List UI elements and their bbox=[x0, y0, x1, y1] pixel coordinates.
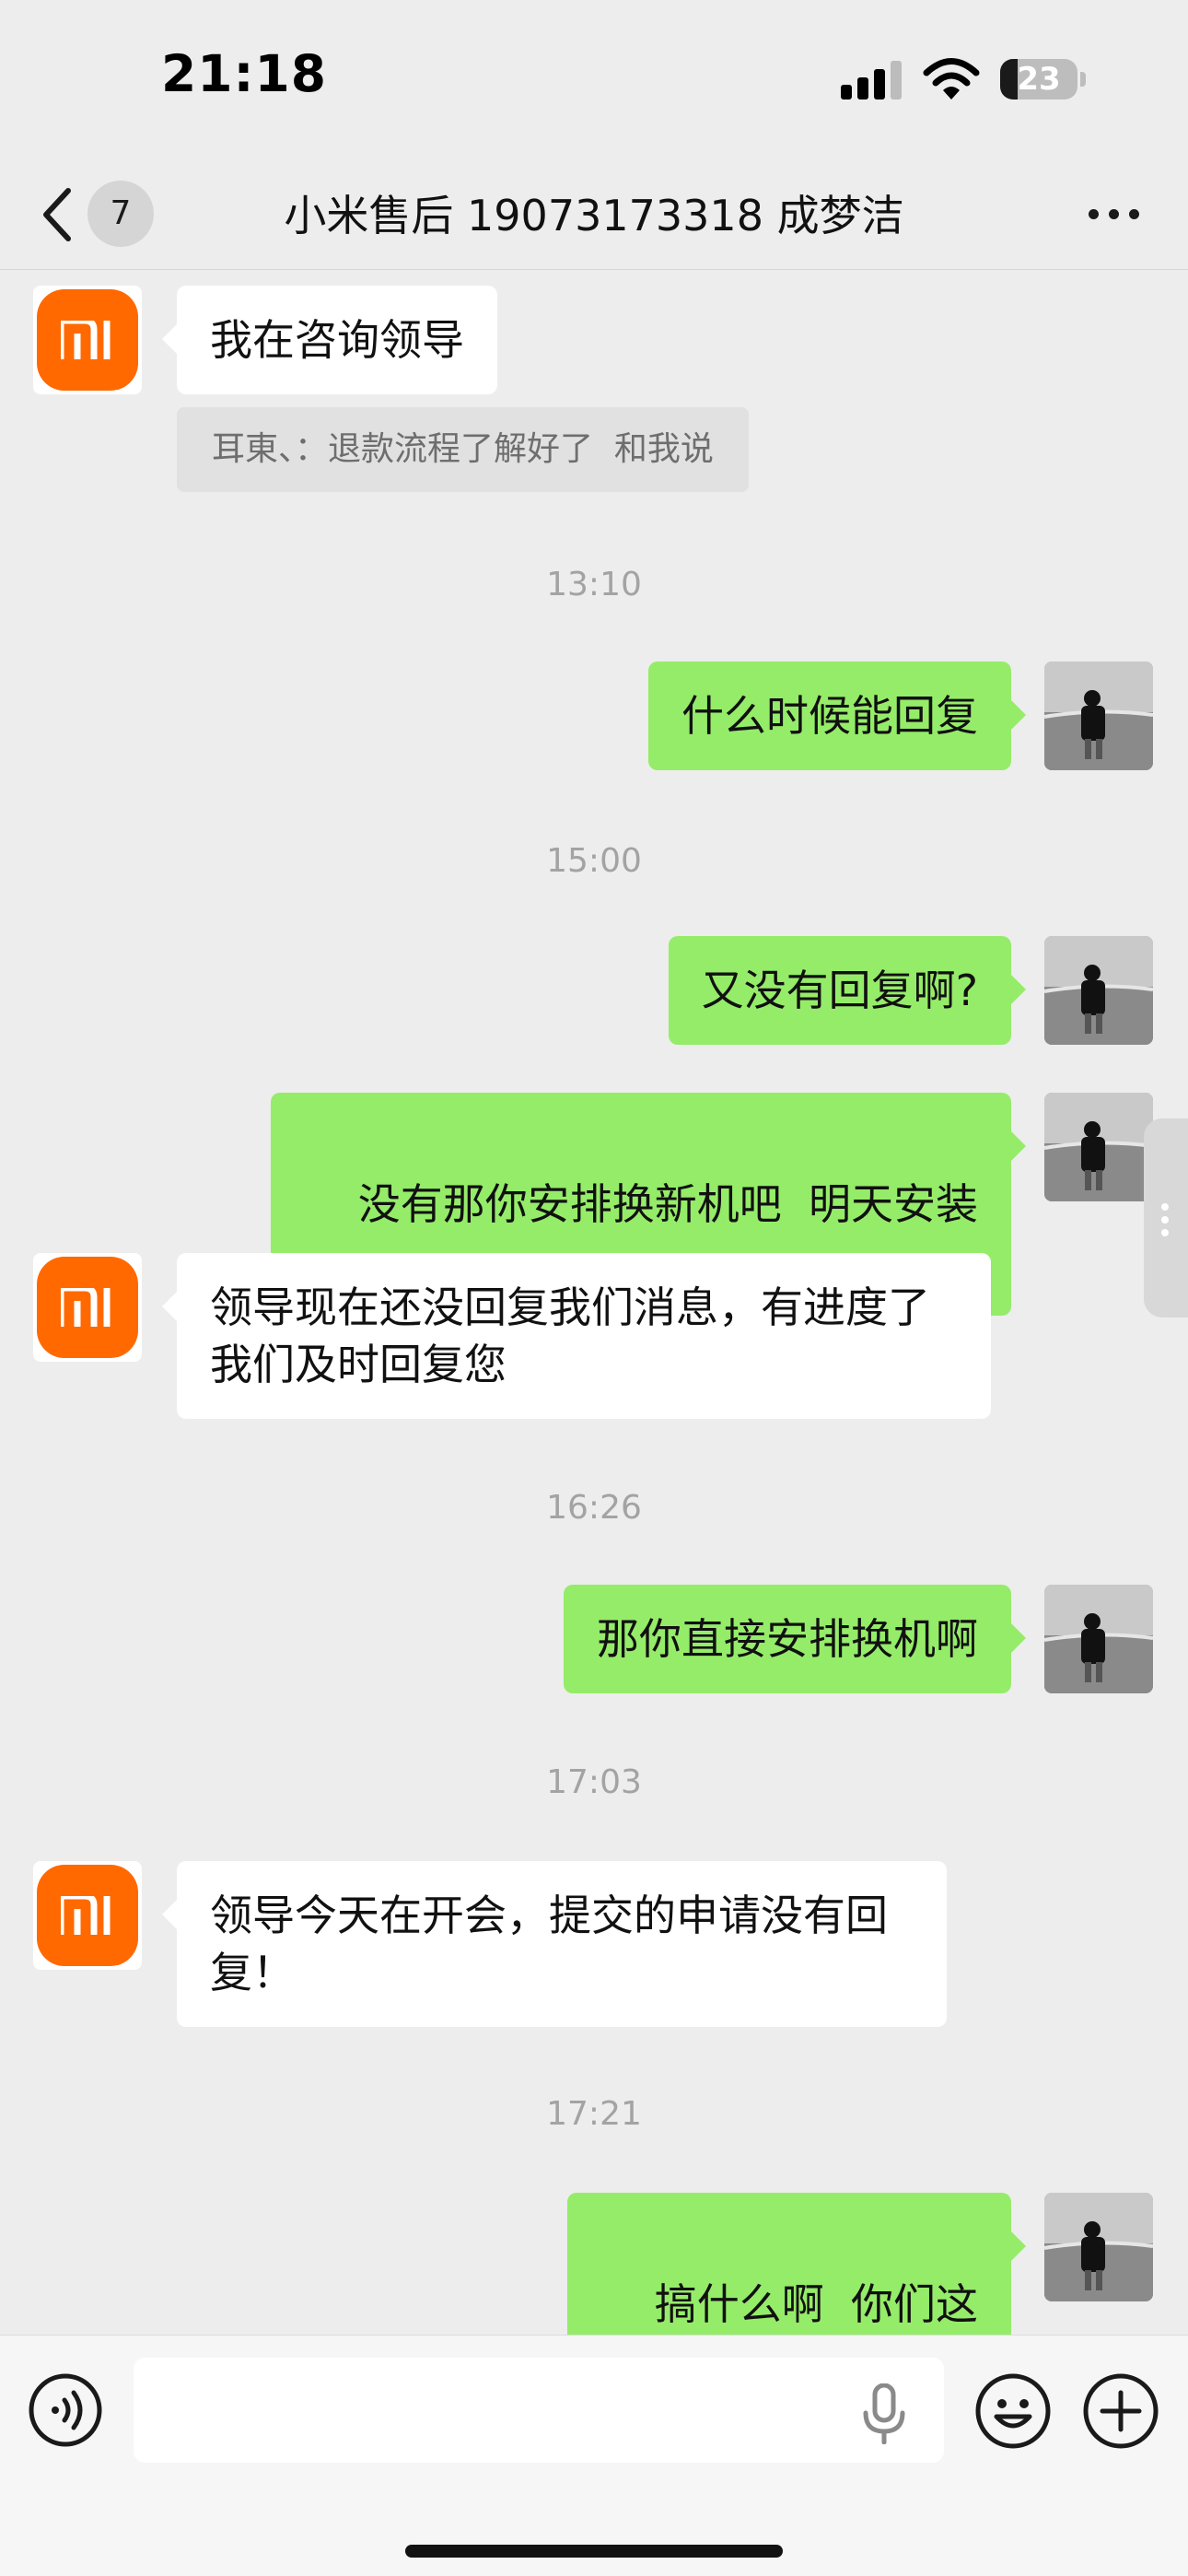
chat-history[interactable]: 我在咨询领导 耳東、：退款流程了解好了 和我说 13:10 什么时候能回复 15… bbox=[0, 271, 1188, 2335]
message-text-line: 领导今天在开会，提交的申请没有回 bbox=[210, 1891, 888, 1940]
contact-avatar[interactable] bbox=[33, 1253, 142, 1362]
battery-level: 23 bbox=[1017, 61, 1061, 98]
message-bubble-outgoing[interactable]: 搞什么啊 你们这 bbox=[567, 2193, 1026, 2335]
user-avatar[interactable] bbox=[1044, 1585, 1153, 1693]
timestamp: 17:21 bbox=[546, 2095, 642, 2133]
user-photo-icon bbox=[1044, 936, 1153, 1045]
more-icon[interactable] bbox=[1087, 205, 1142, 224]
user-photo-icon bbox=[1044, 662, 1153, 770]
message-text-line: 我们及时回复您 bbox=[210, 1340, 507, 1389]
wifi-icon bbox=[923, 58, 980, 100]
user-photo-icon bbox=[1044, 1093, 1153, 1201]
contact-avatar[interactable] bbox=[33, 286, 142, 394]
status-bar: 21:18 23 bbox=[0, 0, 1188, 161]
timestamp: 16:26 bbox=[546, 1489, 642, 1527]
user-avatar[interactable] bbox=[1044, 1093, 1153, 1201]
mi-logo-icon bbox=[37, 289, 138, 391]
user-avatar[interactable] bbox=[1044, 662, 1153, 770]
plus-icon[interactable] bbox=[1082, 2372, 1159, 2450]
home-indicator[interactable] bbox=[405, 2545, 783, 2558]
message-text-line: 领导现在还没回复我们消息，有进度了 bbox=[210, 1282, 930, 1332]
message-text-line: 复！ bbox=[210, 1948, 295, 1997]
user-photo-icon bbox=[1044, 2193, 1153, 2301]
message-bubble-outgoing[interactable]: 又没有回复啊? bbox=[668, 936, 1027, 1045]
message-text: 搞什么啊 你们这 bbox=[654, 2279, 978, 2329]
input-bar bbox=[0, 2335, 1188, 2576]
message-bubble-outgoing[interactable]: 什么时候能回复 bbox=[648, 662, 1026, 770]
contact-avatar[interactable] bbox=[33, 1861, 142, 1970]
floating-side-handle[interactable] bbox=[1144, 1118, 1188, 1317]
message-text: 我在咨询领导 bbox=[210, 315, 464, 365]
battery-tip bbox=[1080, 72, 1086, 87]
user-avatar[interactable] bbox=[1044, 936, 1153, 1045]
user-avatar[interactable] bbox=[1044, 2193, 1153, 2301]
mi-logo-icon bbox=[37, 1865, 138, 1966]
message-bubble-outgoing[interactable]: 那你直接安排换机啊 bbox=[564, 1585, 1026, 1693]
voice-icon[interactable] bbox=[28, 2372, 103, 2448]
status-time: 21:18 bbox=[161, 44, 328, 103]
mic-icon[interactable] bbox=[856, 2383, 912, 2444]
timestamp: 15:00 bbox=[546, 842, 642, 880]
chat-title[interactable]: 小米售后 19073173318 成梦洁 bbox=[175, 183, 1013, 248]
unread-count-badge[interactable]: 7 bbox=[87, 181, 154, 247]
message-input[interactable] bbox=[134, 2358, 944, 2463]
quoted-reply[interactable]: 耳東、：退款流程了解好了 和我说 bbox=[177, 407, 749, 492]
signal-icon bbox=[841, 61, 902, 100]
message-bubble-incoming[interactable]: 领导现在还没回复我们消息，有进度了 我们及时回复您 bbox=[162, 1253, 991, 1419]
battery-icon: 23 bbox=[1000, 59, 1077, 100]
message-text: 什么时候能回复 bbox=[681, 691, 978, 741]
message-text: 没有那你安排换新机吧 明天安装 bbox=[357, 1179, 978, 1229]
message-text: 又没有回复啊? bbox=[701, 966, 978, 1015]
mi-logo-icon bbox=[37, 1257, 138, 1358]
timestamp: 13:10 bbox=[546, 566, 642, 603]
emoji-icon[interactable] bbox=[974, 2372, 1052, 2450]
message-bubble-incoming[interactable]: 我在咨询领导 bbox=[162, 286, 497, 394]
message-text: 那你直接安排换机啊 bbox=[597, 1614, 978, 1664]
user-photo-icon bbox=[1044, 1585, 1153, 1693]
timestamp: 17:03 bbox=[546, 1763, 642, 1801]
back-icon[interactable] bbox=[37, 181, 77, 248]
message-bubble-incoming[interactable]: 领导今天在开会，提交的申请没有回 复！ bbox=[162, 1861, 947, 2027]
chat-header: 7 小米售后 19073173318 成梦洁 bbox=[0, 161, 1188, 270]
